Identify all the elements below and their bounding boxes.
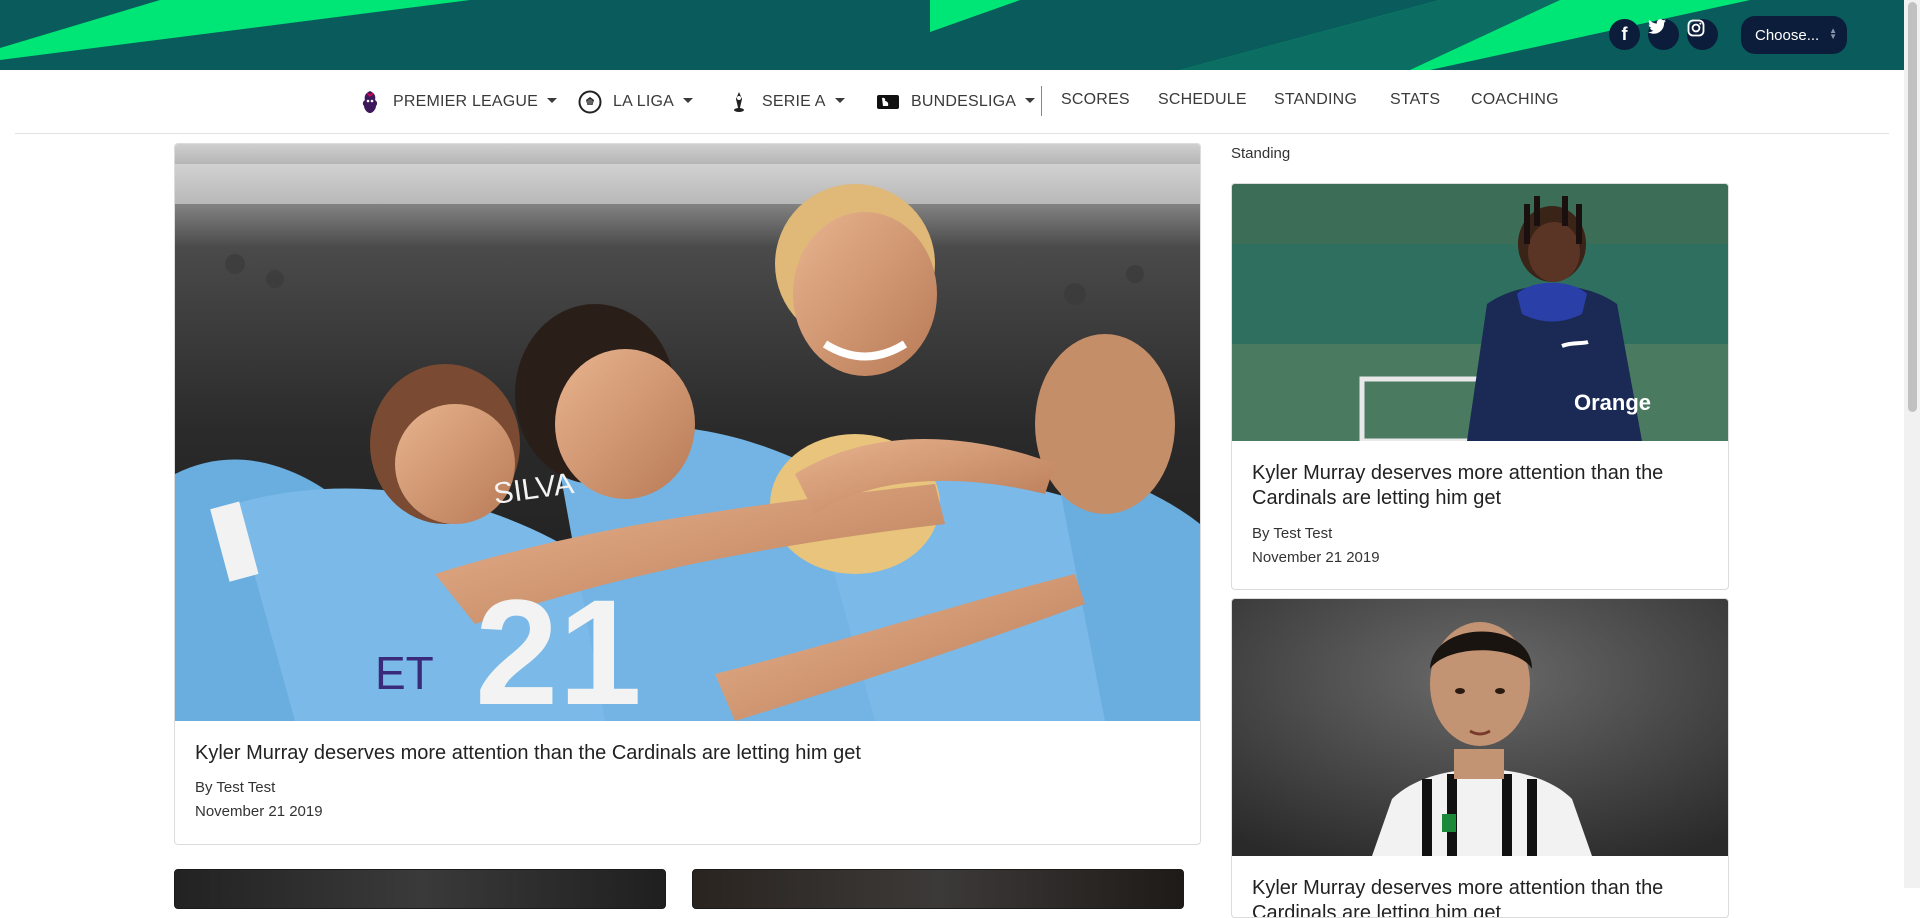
nav-schedule-label: SCHEDULE (1158, 90, 1247, 108)
side-article-title[interactable]: Kyler Murray deserves more attention tha… (1252, 876, 1707, 917)
bundesliga-icon (876, 90, 900, 114)
league-select-value: Choose... (1755, 26, 1820, 44)
article-card[interactable] (692, 869, 1184, 909)
article-card[interactable] (174, 869, 666, 909)
nav-serie-a-label: SERIE A (762, 92, 826, 110)
instagram-icon[interactable] (1687, 19, 1718, 50)
twitter-icon[interactable] (1648, 19, 1679, 50)
svg-text:ET: ET (375, 647, 434, 699)
nav-schedule[interactable]: SCHEDULE (1158, 68, 1247, 131)
facebook-icon[interactable]: f (1609, 19, 1640, 50)
nav-divider (1041, 86, 1042, 116)
page-scrollbar[interactable] (1904, 0, 1920, 888)
shirt-sponsor-text: Orange (1574, 390, 1651, 415)
side-article-title[interactable]: Kyler Murray deserves more attention tha… (1252, 461, 1707, 511)
featured-article-card[interactable]: 21 ET SILVA Kyler Murray deserves more a… (174, 143, 1201, 845)
nav-standing-label: STANDING (1274, 90, 1358, 108)
section-label-standing: Standing (1231, 145, 1291, 162)
nav-premier-league[interactable]: PREMIER LEAGUE (358, 70, 558, 133)
league-select[interactable]: Choose... ▲ ▼ (1741, 16, 1847, 54)
facebook-glyph: f (1621, 24, 1628, 44)
nav-standing[interactable]: STANDING (1274, 68, 1357, 131)
nav-bundesliga-label: BUNDESLIGA (911, 92, 1017, 110)
nav-scores-label: SCORES (1061, 90, 1130, 108)
top-banner: f Choose... ▲ ▼ (0, 0, 1904, 70)
side-article-card[interactable]: Orange Kyler Murray deserves more attent… (1231, 183, 1729, 590)
featured-article-author: By Test Test (195, 779, 276, 796)
side-article-image[interactable] (1232, 599, 1728, 856)
nav-bundesliga[interactable]: BUNDESLIGA (876, 70, 1036, 133)
premier-league-lion-icon (358, 90, 382, 114)
article-image[interactable] (175, 870, 665, 908)
svg-text:21: 21 (475, 568, 642, 721)
la-liga-ball-icon (578, 90, 602, 114)
nav-la-liga[interactable]: LA LIGA (578, 70, 693, 133)
serie-a-icon (727, 90, 751, 114)
side-article-card[interactable]: Kyler Murray deserves more attention tha… (1231, 598, 1729, 918)
scrollbar-thumb[interactable] (1908, 2, 1917, 412)
nav-serie-a[interactable]: SERIE A (727, 70, 845, 133)
article-image[interactable] (693, 870, 1183, 908)
nav-la-liga-label: LA LIGA (613, 92, 674, 110)
side-article-date: November 21 2019 (1252, 549, 1380, 566)
nav-premier-league-label: PREMIER LEAGUE (393, 92, 539, 110)
side-article-author: By Test Test (1252, 525, 1333, 542)
featured-article-title[interactable]: Kyler Murray deserves more attention tha… (195, 741, 1180, 766)
nav-scores[interactable]: SCORES (1061, 68, 1130, 131)
chevron-down-icon (834, 98, 845, 103)
select-arrows-icon: ▲ ▼ (1829, 26, 1837, 41)
side-article-image[interactable]: Orange (1232, 184, 1728, 441)
chevron-down-icon (1025, 98, 1036, 103)
nav-coaching[interactable]: COACHING (1471, 68, 1559, 131)
nav-stats[interactable]: STATS (1390, 68, 1440, 131)
chevron-down-icon (683, 98, 693, 103)
featured-article-image[interactable]: 21 ET SILVA (175, 144, 1200, 721)
chevron-down-icon (547, 98, 558, 103)
nav-coaching-label: COACHING (1471, 90, 1559, 108)
featured-article-date: November 21 2019 (195, 803, 323, 820)
nav-stats-label: STATS (1390, 90, 1441, 108)
